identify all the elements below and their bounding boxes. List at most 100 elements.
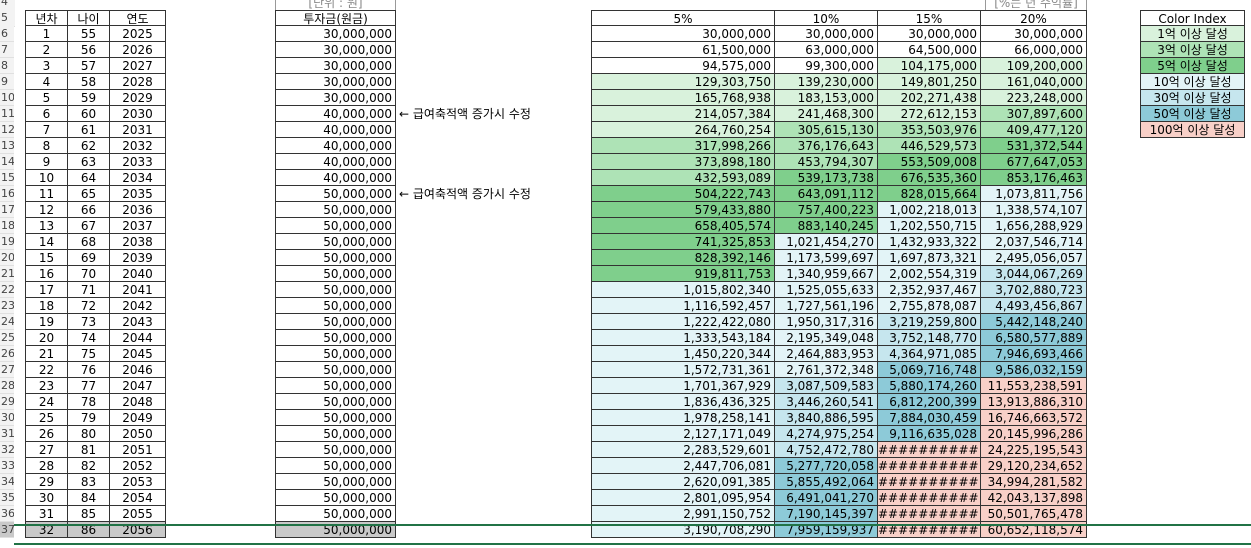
cell-rate-5[interactable]: 1,450,220,344 [591, 346, 775, 362]
cell-rate-10[interactable]: 1,021,454,270 [774, 234, 878, 250]
cell-investment[interactable]: 50,000,000 [275, 250, 396, 266]
row-header[interactable]: 32 [0, 442, 14, 458]
cell-year-index[interactable]: 32 [25, 522, 68, 538]
cell-rate-5[interactable]: 504,222,743 [591, 186, 775, 202]
cell-year-index[interactable]: 23 [25, 378, 68, 394]
cell-rate-20[interactable]: 29,120,234,652 [980, 458, 1087, 474]
cell-rate-20[interactable]: 853,176,463 [980, 170, 1087, 186]
row-header[interactable]: 23 [0, 298, 14, 314]
cell-rate-5[interactable]: 1,836,436,325 [591, 394, 775, 410]
cell-age[interactable]: 67 [67, 218, 110, 234]
cell-rate-20[interactable]: 30,000,000 [980, 26, 1087, 42]
cell-rate-5[interactable]: 129,303,750 [591, 74, 775, 90]
cell-rate-10[interactable]: 757,400,223 [774, 202, 878, 218]
cell-rate-15[interactable]: 6,812,200,399 [877, 394, 981, 410]
cell-rate-10[interactable]: 6,491,041,270 [774, 490, 878, 506]
cell-age[interactable]: 75 [67, 346, 110, 362]
cell-rate-5[interactable]: 579,433,880 [591, 202, 775, 218]
cell-year[interactable]: 2043 [109, 314, 166, 330]
cell-age[interactable]: 64 [67, 170, 110, 186]
cell-year-index[interactable]: 12 [25, 202, 68, 218]
col-header-rate-15[interactable]: 15% [877, 10, 981, 26]
cell-rate-15[interactable]: 353,503,976 [877, 122, 981, 138]
row-header[interactable]: 35 [0, 490, 14, 506]
cell-year[interactable]: 2036 [109, 202, 166, 218]
cell-year[interactable]: 2053 [109, 474, 166, 490]
cell-rate-5[interactable]: 3,190,708,290 [591, 522, 775, 538]
cell-rate-5[interactable]: 2,991,150,752 [591, 506, 775, 522]
cell-investment[interactable]: 50,000,000 [275, 330, 396, 346]
cell-rate-5[interactable]: 30,000,000 [591, 26, 775, 42]
cell-year-index[interactable]: 21 [25, 346, 68, 362]
cell-year[interactable]: 2042 [109, 298, 166, 314]
cell-investment[interactable]: 40,000,000 [275, 170, 396, 186]
cell-year-index[interactable]: 15 [25, 250, 68, 266]
cell-rate-15[interactable]: 9,116,635,028 [877, 426, 981, 442]
cell-year[interactable]: 2028 [109, 74, 166, 90]
cell-rate-20[interactable]: 307,897,600 [980, 106, 1087, 122]
cell-rate-10[interactable]: 3,087,509,583 [774, 378, 878, 394]
cell-age[interactable]: 55 [67, 26, 110, 42]
cell-rate-15[interactable]: 272,612,153 [877, 106, 981, 122]
cell-rate-10[interactable]: 4,274,975,254 [774, 426, 878, 442]
cell-rate-20[interactable]: 5,442,148,240 [980, 314, 1087, 330]
cell-year-index[interactable]: 8 [25, 138, 68, 154]
cell-investment[interactable]: 50,000,000 [275, 522, 396, 538]
cell-rate-10[interactable]: 376,176,643 [774, 138, 878, 154]
cell-age[interactable]: 63 [67, 154, 110, 170]
cell-age[interactable]: 57 [67, 58, 110, 74]
cell-rate-10[interactable]: 5,277,720,058 [774, 458, 878, 474]
cell-rate-15[interactable]: 202,271,438 [877, 90, 981, 106]
cell-rate-10[interactable]: 1,727,561,196 [774, 298, 878, 314]
cell-investment[interactable]: 30,000,000 [275, 26, 396, 42]
cell-age[interactable]: 79 [67, 410, 110, 426]
cell-year[interactable]: 2027 [109, 58, 166, 74]
cell-rate-5[interactable]: 1,572,731,361 [591, 362, 775, 378]
cell-rate-5[interactable]: 2,801,095,954 [591, 490, 775, 506]
row-header[interactable]: 34 [0, 474, 14, 490]
cell-rate-10[interactable]: 1,525,055,633 [774, 282, 878, 298]
color-index-item[interactable]: 3억 이상 달성 [1140, 42, 1245, 58]
cell-investment[interactable]: 50,000,000 [275, 410, 396, 426]
cell-year-index[interactable]: 7 [25, 122, 68, 138]
cell-age[interactable]: 83 [67, 474, 110, 490]
cell-investment[interactable]: 50,000,000 [275, 458, 396, 474]
cell-rate-15[interactable]: ########## [877, 458, 981, 474]
cell-investment[interactable]: 50,000,000 [275, 378, 396, 394]
cell-age[interactable]: 80 [67, 426, 110, 442]
units-note[interactable]: [단위 : 원] [275, 0, 396, 10]
cell-investment[interactable]: 50,000,000 [275, 394, 396, 410]
cell-rate-15[interactable]: 2,352,937,467 [877, 282, 981, 298]
cell-age[interactable]: 59 [67, 90, 110, 106]
cell-investment[interactable]: 50,000,000 [275, 186, 396, 202]
cell-investment[interactable]: 40,000,000 [275, 122, 396, 138]
cell-rate-5[interactable]: 61,500,000 [591, 42, 775, 58]
cell-rate-5[interactable]: 2,447,706,081 [591, 458, 775, 474]
cell-rate-10[interactable]: 7,959,159,937 [774, 522, 878, 538]
row-header[interactable]: 25 [0, 330, 14, 346]
cell-year[interactable]: 2052 [109, 458, 166, 474]
color-index-item[interactable]: 100억 이상 달성 [1140, 122, 1245, 138]
cell-rate-15[interactable]: 2,002,554,319 [877, 266, 981, 282]
cell-age[interactable]: 56 [67, 42, 110, 58]
cell-rate-10[interactable]: 1,340,959,667 [774, 266, 878, 282]
row-header[interactable]: 7 [0, 42, 14, 58]
cell-rate-20[interactable]: 60,652,118,574 [980, 522, 1087, 538]
col-header-age[interactable]: 나이 [67, 10, 110, 26]
cell-year-index[interactable]: 13 [25, 218, 68, 234]
cell-rate-15[interactable]: ########## [877, 490, 981, 506]
cell-rate-10[interactable]: 241,468,300 [774, 106, 878, 122]
cell-rate-10[interactable]: 99,300,000 [774, 58, 878, 74]
row-header[interactable]: 12 [0, 122, 14, 138]
cell-rate-20[interactable]: 50,501,765,478 [980, 506, 1087, 522]
cell-rate-20[interactable]: 409,477,120 [980, 122, 1087, 138]
cell-investment[interactable]: 50,000,000 [275, 506, 396, 522]
row-header[interactable]: 16 [0, 186, 14, 202]
row-header[interactable]: 30 [0, 410, 14, 426]
cell-rate-20[interactable]: 4,493,456,867 [980, 298, 1087, 314]
cell-rate-10[interactable]: 883,140,245 [774, 218, 878, 234]
cell-rate-5[interactable]: 919,811,753 [591, 266, 775, 282]
cell-investment[interactable]: 40,000,000 [275, 138, 396, 154]
row-header[interactable]: 18 [0, 218, 14, 234]
cell-rate-20[interactable]: 6,580,577,889 [980, 330, 1087, 346]
